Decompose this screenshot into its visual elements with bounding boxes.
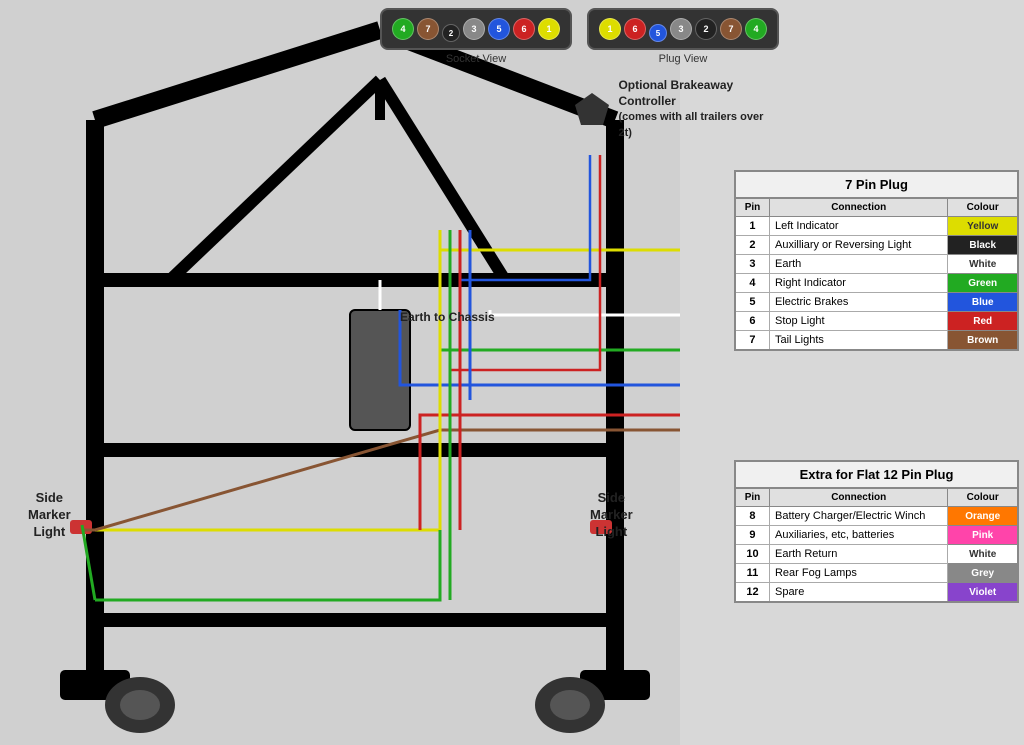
table-row: 2 Auxilliary or Reversing Light Black — [735, 236, 1018, 255]
colour-cell: Orange — [948, 507, 1018, 526]
socket-pin-5: 5 — [488, 18, 510, 40]
colour-cell: Brown — [948, 331, 1018, 351]
pin-number: 6 — [735, 312, 769, 331]
plug-pin-4: 4 — [745, 18, 767, 40]
colour-cell: White — [948, 255, 1018, 274]
table-row: 3 Earth White — [735, 255, 1018, 274]
table-row: 4 Right Indicator Green — [735, 274, 1018, 293]
pin-number: 2 — [735, 236, 769, 255]
colour-cell: Green — [948, 274, 1018, 293]
pin-number: 10 — [735, 545, 769, 564]
plug-pin-1: 1 — [599, 18, 621, 40]
connection-name: Spare — [769, 583, 947, 603]
12pin-header-pin: Pin — [735, 488, 769, 507]
plug-pin-5: 5 — [649, 24, 667, 42]
connector-views: 4723561 Socket View 1653274 Plug View — [380, 8, 779, 65]
colour-cell: Violet — [948, 583, 1018, 603]
plug-pin-7: 7 — [720, 18, 742, 40]
pin-number: 12 — [735, 583, 769, 603]
7pin-table: 7 Pin Plug Pin Connection Colour 1 Left … — [734, 170, 1019, 351]
12pin-header-colour: Colour — [948, 488, 1018, 507]
table-12pin: Extra for Flat 12 Pin Plug Pin Connectio… — [734, 460, 1019, 603]
table-row: 8 Battery Charger/Electric Winch Orange — [735, 507, 1018, 526]
side-marker-left-label: SideMarkerLight — [28, 490, 71, 541]
connection-name: Battery Charger/Electric Winch — [769, 507, 947, 526]
pentagon-icon — [575, 93, 610, 126]
connection-name: Left Indicator — [769, 217, 947, 236]
pin-number: 9 — [735, 526, 769, 545]
colour-cell: Pink — [948, 526, 1018, 545]
colour-cell: Blue — [948, 293, 1018, 312]
pin-number: 3 — [735, 255, 769, 274]
socket-pin-4: 4 — [392, 18, 414, 40]
earth-label: Earth to Chassis — [400, 310, 495, 324]
connection-name: Auxilliary or Reversing Light — [769, 236, 947, 255]
table-7pin: 7 Pin Plug Pin Connection Colour 1 Left … — [734, 170, 1019, 351]
connection-name: Earth Return — [769, 545, 947, 564]
connection-name: Auxiliaries, etc, batteries — [769, 526, 947, 545]
connection-name: Earth — [769, 255, 947, 274]
colour-cell: Red — [948, 312, 1018, 331]
colour-cell: Yellow — [948, 217, 1018, 236]
socket-label: Socket View — [446, 53, 506, 65]
main-container: 4723561 Socket View 1653274 Plug View Op… — [0, 0, 1024, 745]
pin-number: 4 — [735, 274, 769, 293]
plug-diagram: 1653274 — [587, 8, 779, 50]
socket-pin-1: 1 — [538, 18, 560, 40]
table-row: 6 Stop Light Red — [735, 312, 1018, 331]
12pin-title: Extra for Flat 12 Pin Plug — [735, 461, 1018, 488]
7pin-title: 7 Pin Plug — [735, 171, 1018, 198]
socket-pin-7: 7 — [417, 18, 439, 40]
plug-view: 1653274 Plug View — [587, 8, 779, 65]
table-row: 1 Left Indicator Yellow — [735, 217, 1018, 236]
7pin-header-colour: Colour — [948, 198, 1018, 217]
pin-number: 7 — [735, 331, 769, 351]
plug-pin-6: 6 — [624, 18, 646, 40]
pin-number: 5 — [735, 293, 769, 312]
plug-pin-2: 2 — [695, 18, 717, 40]
7pin-header-pin: Pin — [735, 198, 769, 217]
12pin-table: Extra for Flat 12 Pin Plug Pin Connectio… — [734, 460, 1019, 603]
socket-diagram: 4723561 — [380, 8, 572, 50]
side-marker-right-label: SideMarkerLight — [590, 490, 633, 541]
plug-pin-3: 3 — [670, 18, 692, 40]
socket-pin-6: 6 — [513, 18, 535, 40]
plug-label: Plug View — [659, 53, 708, 65]
socket-pin-2: 2 — [442, 24, 460, 42]
colour-cell: Black — [948, 236, 1018, 255]
connection-name: Stop Light — [769, 312, 947, 331]
table-row: 12 Spare Violet — [735, 583, 1018, 603]
table-row: 9 Auxiliaries, etc, batteries Pink — [735, 526, 1018, 545]
7pin-header-connection: Connection — [769, 198, 947, 217]
table-row: 7 Tail Lights Brown — [735, 331, 1018, 351]
pin-number: 1 — [735, 217, 769, 236]
colour-cell: Grey — [948, 564, 1018, 583]
brakeaway-title: Optional Brakeaway Controller (comes wit… — [618, 78, 778, 140]
pin-number: 11 — [735, 564, 769, 583]
table-row: 11 Rear Fog Lamps Grey — [735, 564, 1018, 583]
connection-name: Right Indicator — [769, 274, 947, 293]
connection-name: Rear Fog Lamps — [769, 564, 947, 583]
colour-cell: White — [948, 545, 1018, 564]
connection-name: Tail Lights — [769, 331, 947, 351]
table-row: 5 Electric Brakes Blue — [735, 293, 1018, 312]
pin-number: 8 — [735, 507, 769, 526]
12pin-header-connection: Connection — [769, 488, 947, 507]
connection-name: Electric Brakes — [769, 293, 947, 312]
brakeaway-section: Optional Brakeaway Controller (comes wit… — [575, 78, 785, 140]
socket-view: 4723561 Socket View — [380, 8, 572, 65]
socket-pin-3: 3 — [463, 18, 485, 40]
table-row: 10 Earth Return White — [735, 545, 1018, 564]
